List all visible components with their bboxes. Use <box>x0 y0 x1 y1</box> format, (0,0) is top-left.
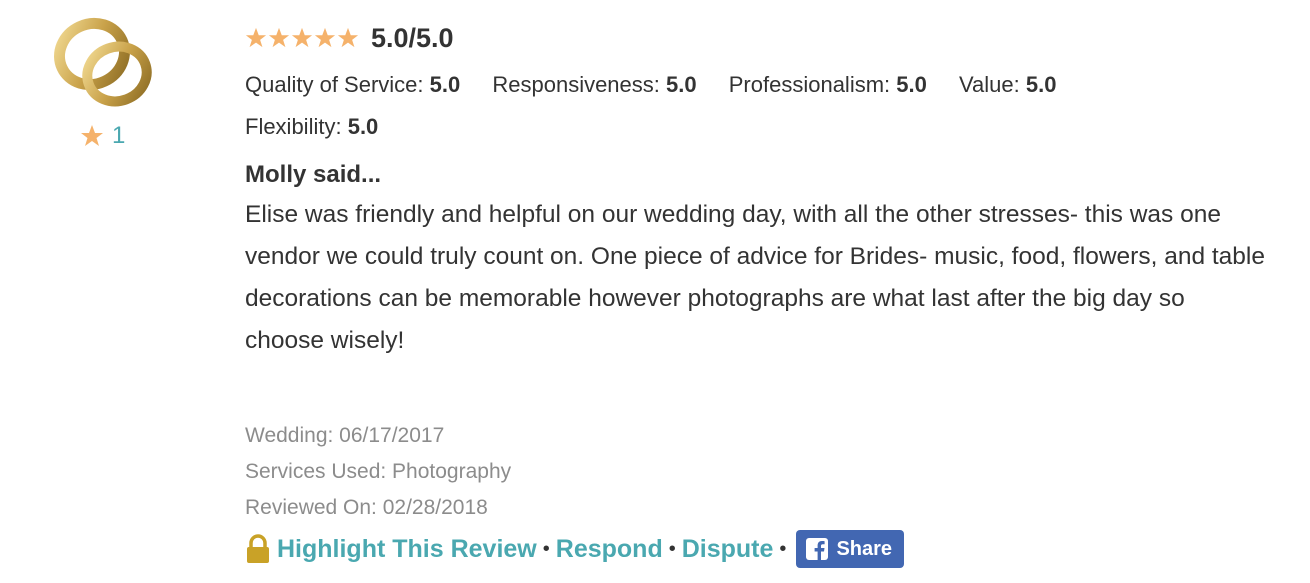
wedding-date: Wedding: 06/17/2017 <box>245 424 445 447</box>
review-card: 5.0/5.0 Quality of Service: 5.0 Responsi… <box>245 18 1285 568</box>
rating-row: 5.0/5.0 <box>245 18 1285 58</box>
facebook-icon <box>806 538 829 560</box>
metric-responsiveness: Responsiveness: 5.0 <box>492 72 697 97</box>
dispute-link[interactable]: Dispute <box>682 535 774 564</box>
rating-star-icon <box>337 27 359 48</box>
metric-quality: Quality of Service: 5.0 <box>245 72 461 97</box>
facebook-share-button[interactable]: Share <box>796 530 905 568</box>
separator: • <box>668 537 676 560</box>
star-icon <box>81 125 103 146</box>
separator: • <box>779 537 787 560</box>
wedding-rings-icon <box>54 17 152 107</box>
share-label: Share <box>836 537 893 560</box>
highlight-review-link[interactable]: Highlight This Review <box>277 535 537 564</box>
services-used: Services Used: Photography <box>245 460 512 483</box>
rating-star-icon <box>314 27 336 48</box>
reviewer-badge: 1 <box>80 122 125 150</box>
review-meta: Wedding: 06/17/2017 Services Used: Photo… <box>245 418 1285 526</box>
metric-flexibility: Flexibility: 5.0 <box>245 114 379 139</box>
rating-stars <box>245 27 359 49</box>
overall-rating: 5.0/5.0 <box>371 22 454 53</box>
rating-star-icon <box>245 27 267 48</box>
rating-star-icon <box>268 27 290 48</box>
reviewer-star-count: 1 <box>112 122 126 149</box>
respond-link[interactable]: Respond <box>556 535 663 564</box>
rating-star-icon <box>291 27 313 48</box>
lock-icon <box>245 534 271 564</box>
review-actions: Highlight This Review • Respond • Disput… <box>245 530 1285 568</box>
rating-breakdown: Quality of Service: 5.0 Responsiveness: … <box>245 64 1285 148</box>
reviewed-on: Reviewed On: 02/28/2018 <box>245 496 488 519</box>
review-text: Elise was friendly and helpful on our we… <box>245 201 1266 354</box>
review-author: Molly said... <box>245 161 382 188</box>
separator: • <box>542 537 550 560</box>
metric-value: Value: 5.0 <box>958 72 1057 97</box>
metric-professionalism: Professionalism: 5.0 <box>728 72 927 97</box>
